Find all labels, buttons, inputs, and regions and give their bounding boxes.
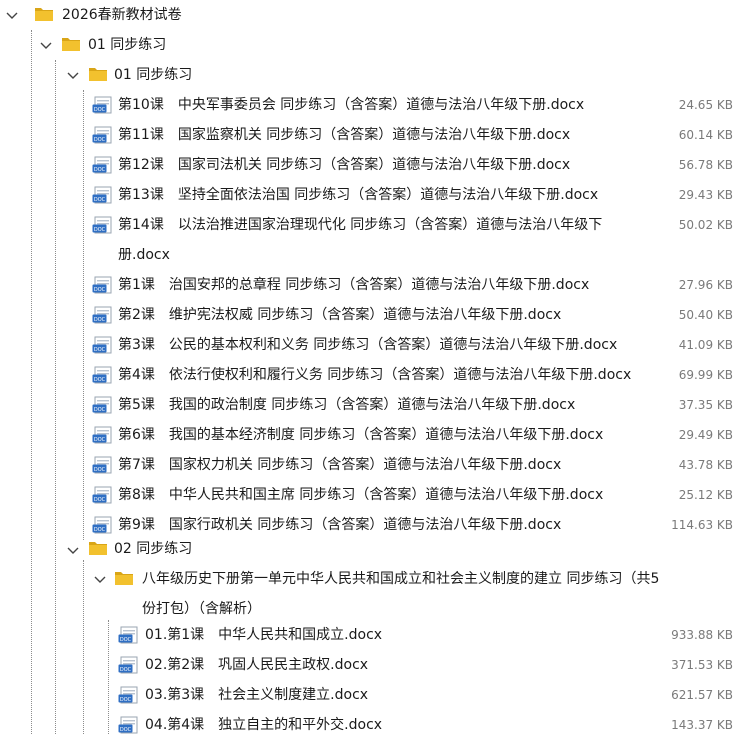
svg-text:DOC: DOC — [120, 667, 132, 673]
file-label[interactable]: 第8课 中华人民共和国主席 同步练习（含答案）道德与法治八年级下册.docx — [118, 480, 603, 510]
folder-label[interactable]: 2026春新教材试卷 — [62, 0, 182, 30]
svg-text:DOC: DOC — [94, 107, 106, 113]
folder-icon — [61, 36, 81, 52]
folder-label[interactable]: 01 同步练习 — [88, 30, 166, 60]
tree-guide-line — [83, 90, 84, 540]
docx-file-icon: DOC — [92, 486, 112, 504]
folder-icon — [34, 6, 54, 22]
chevron-down-icon[interactable] — [92, 571, 108, 587]
file-size: 41.09 KB — [678, 338, 733, 352]
chevron-down-icon[interactable] — [38, 37, 54, 53]
file-size: 27.96 KB — [678, 278, 733, 292]
tree-guide-line — [55, 60, 56, 734]
docx-file-icon: DOC — [118, 626, 138, 644]
file-label[interactable]: 第3课 公民的基本权利和义务 同步练习（含答案）道德与法治八年级下册.docx — [118, 330, 617, 360]
chevron-down-icon[interactable] — [4, 7, 20, 23]
file-label[interactable]: 第5课 我国的政治制度 同步练习（含答案）道德与法治八年级下册.docx — [118, 390, 575, 420]
file-tree: 2026春新教材试卷 01 同步练习 01 同步练习 DOC 第10课 中央军事委员会 … — [0, 0, 745, 734]
file-size: 24.65 KB — [678, 98, 733, 112]
docx-file-icon: DOC — [92, 126, 112, 144]
docx-file-icon: DOC — [92, 426, 112, 444]
file-label[interactable]: 01.第1课 中华人民共和国成立.docx — [145, 620, 382, 650]
file-label[interactable]: 第4课 依法行使权利和履行义务 同步练习（含答案）道德与法治八年级下册.docx — [118, 360, 631, 390]
file-size: 50.02 KB — [678, 218, 733, 232]
folder-label[interactable]: 02 同步练习 — [114, 534, 192, 564]
file-label[interactable]: 第10课 中央军事委员会 同步练习（含答案）道德与法治八年级下册.docx — [118, 90, 584, 120]
tree-guide-line — [83, 560, 84, 734]
file-size: 933.88 KB — [671, 628, 733, 642]
file-label[interactable]: 04.第4课 独立自主的和平外交.docx — [145, 710, 382, 740]
docx-file-icon: DOC — [92, 216, 112, 234]
svg-text:DOC: DOC — [94, 467, 106, 473]
docx-file-icon: DOC — [92, 336, 112, 354]
file-label[interactable]: 第6课 我国的基本经济制度 同步练习（含答案）道德与法治八年级下册.docx — [118, 420, 603, 450]
svg-text:DOC: DOC — [120, 697, 132, 703]
docx-file-icon: DOC — [92, 366, 112, 384]
docx-file-icon: DOC — [118, 656, 138, 674]
file-size: 621.57 KB — [671, 688, 733, 702]
tree-guide-line — [31, 30, 32, 734]
svg-text:DOC: DOC — [94, 377, 106, 383]
file-label[interactable]: 03.第3课 社会主义制度建立.docx — [145, 680, 368, 710]
file-size: 60.14 KB — [678, 128, 733, 142]
svg-text:DOC: DOC — [94, 167, 106, 173]
folder-label[interactable]: 八年级历史下册第一单元中华人民共和国成立和社会主义制度的建立 同步练习（共5份打… — [142, 564, 672, 624]
file-label[interactable]: 第7课 国家权力机关 同步练习（含答案）道德与法治八年级下册.docx — [118, 450, 561, 480]
svg-text:DOC: DOC — [120, 637, 132, 643]
file-size: 143.37 KB — [671, 718, 733, 732]
file-label[interactable]: 第2课 维护宪法权威 同步练习（含答案）道德与法治八年级下册.docx — [118, 300, 561, 330]
svg-text:DOC: DOC — [94, 347, 106, 353]
file-label[interactable]: 第12课 国家司法机关 同步练习（含答案）道德与法治八年级下册.docx — [118, 150, 570, 180]
docx-file-icon: DOC — [92, 96, 112, 114]
file-size: 114.63 KB — [671, 518, 733, 532]
svg-text:DOC: DOC — [94, 407, 106, 413]
folder-icon — [114, 570, 134, 586]
svg-text:DOC: DOC — [94, 197, 106, 203]
docx-file-icon: DOC — [92, 156, 112, 174]
docx-file-icon: DOC — [92, 276, 112, 294]
docx-file-icon: DOC — [92, 396, 112, 414]
svg-text:DOC: DOC — [94, 227, 106, 233]
docx-file-icon: DOC — [118, 686, 138, 704]
folder-label[interactable]: 01 同步练习 — [114, 60, 192, 90]
svg-text:DOC: DOC — [94, 137, 106, 143]
docx-file-icon: DOC — [118, 716, 138, 734]
svg-text:DOC: DOC — [94, 317, 106, 323]
file-size: 29.49 KB — [678, 428, 733, 442]
file-size: 43.78 KB — [678, 458, 733, 472]
file-size: 29.43 KB — [678, 188, 733, 202]
docx-file-icon: DOC — [92, 186, 112, 204]
file-label[interactable]: 第11课 国家监察机关 同步练习（含答案）道德与法治八年级下册.docx — [118, 120, 570, 150]
tree-guide-line — [108, 620, 109, 734]
folder-icon — [88, 540, 108, 556]
file-label[interactable]: 第1课 治国安邦的总章程 同步练习（含答案）道德与法治八年级下册.docx — [118, 270, 589, 300]
chevron-down-icon[interactable] — [65, 542, 81, 558]
file-size: 50.40 KB — [678, 308, 733, 322]
folder-icon — [88, 66, 108, 82]
svg-text:DOC: DOC — [94, 497, 106, 503]
docx-file-icon: DOC — [92, 516, 112, 534]
svg-text:DOC: DOC — [94, 437, 106, 443]
svg-text:DOC: DOC — [94, 527, 106, 533]
file-size: 56.78 KB — [678, 158, 733, 172]
chevron-down-icon[interactable] — [65, 67, 81, 83]
file-size: 25.12 KB — [678, 488, 733, 502]
file-label[interactable]: 第14课 以法治推进国家治理现代化 同步练习（含答案）道德与法治八年级下册.do… — [118, 210, 648, 270]
svg-text:DOC: DOC — [120, 727, 132, 733]
docx-file-icon: DOC — [92, 306, 112, 324]
file-size: 69.99 KB — [678, 368, 733, 382]
file-size: 37.35 KB — [678, 398, 733, 412]
svg-text:DOC: DOC — [94, 287, 106, 293]
file-label[interactable]: 02.第2课 巩固人民民主政权.docx — [145, 650, 368, 680]
docx-file-icon: DOC — [92, 456, 112, 474]
file-size: 371.53 KB — [671, 658, 733, 672]
file-label[interactable]: 第13课 坚持全面依法治国 同步练习（含答案）道德与法治八年级下册.docx — [118, 180, 598, 210]
